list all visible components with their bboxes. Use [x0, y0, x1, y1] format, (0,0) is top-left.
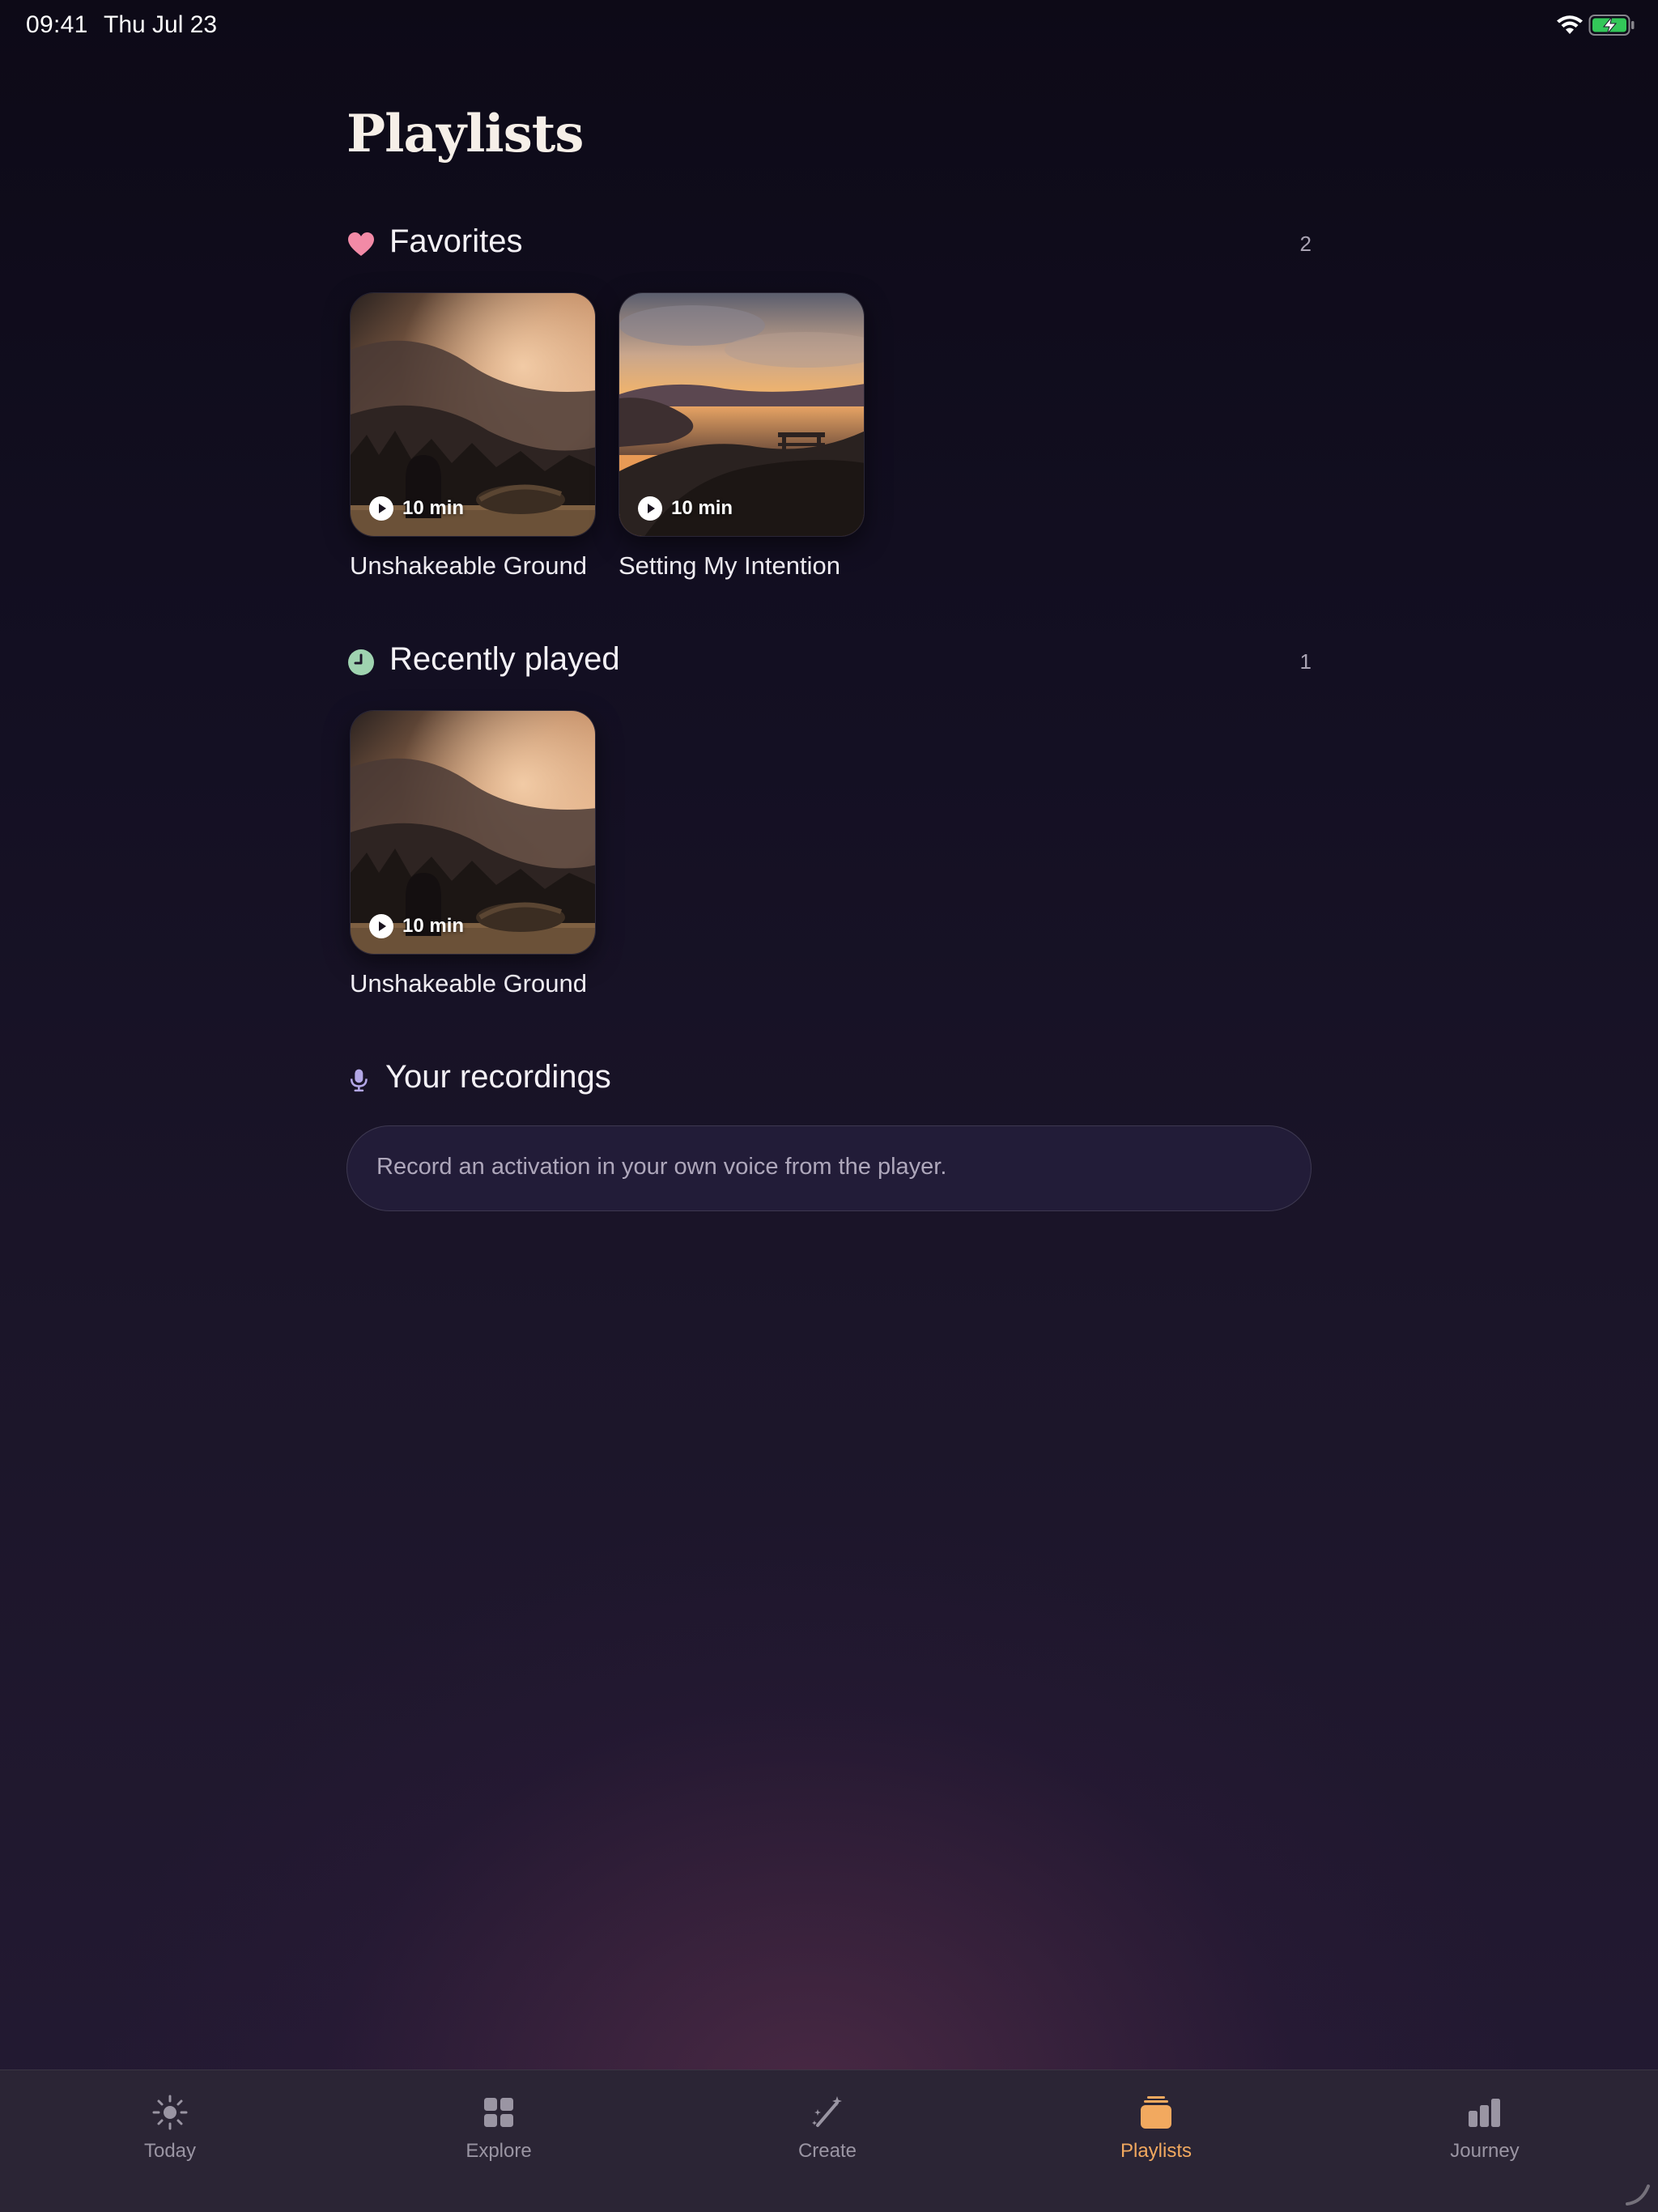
tab-explore[interactable]: Explore	[418, 2095, 580, 2184]
favorites-count: 2	[1299, 232, 1312, 256]
favorites-title: Favorites	[389, 223, 523, 259]
card-duration: 10 min	[368, 913, 464, 939]
favorite-card-unshakeable-ground[interactable]: 10 min Unshakeable Ground	[350, 292, 596, 581]
card-artwork[interactable]: 10 min	[350, 710, 596, 955]
play-icon[interactable]	[637, 496, 663, 521]
recent-title: Recently played	[389, 641, 620, 677]
tab-label: Explore	[466, 2140, 532, 2162]
recordings-section-header: Your recordings	[346, 1056, 1312, 1104]
tab-bar: Today Explore Create Playlists Journey	[0, 2069, 1658, 2212]
recent-card-unshakeable-ground[interactable]: 10 min Unshakeable Ground	[350, 710, 596, 998]
card-artwork[interactable]: 10 min	[350, 292, 596, 537]
play-icon[interactable]	[368, 496, 394, 521]
tab-label: Journey	[1450, 2140, 1520, 2162]
status-time: 09:41	[26, 11, 88, 38]
tab-playlists[interactable]: Playlists	[1075, 2095, 1237, 2184]
favorites-section-header: Favorites 2	[346, 220, 1312, 269]
sun-icon	[152, 2095, 188, 2130]
recordings-empty-state: Record an activation in your own voice f…	[346, 1125, 1312, 1211]
recent-count: 1	[1299, 649, 1312, 674]
recent-section-header: Recently played 1	[346, 638, 1312, 687]
page-title: Playlists	[346, 104, 584, 164]
card-title[interactable]: Setting My Intention	[619, 551, 865, 581]
recordings-title: Your recordings	[385, 1059, 611, 1095]
battery-charging-icon	[1588, 15, 1635, 36]
card-duration: 10 min	[637, 496, 733, 521]
recordings-empty-text: Record an activation in your own voice f…	[376, 1154, 947, 1180]
play-icon[interactable]	[368, 913, 394, 939]
card-title[interactable]: Unshakeable Ground	[350, 969, 596, 998]
wifi-icon	[1557, 15, 1583, 34]
duration-text: 10 min	[671, 497, 733, 519]
duration-text: 10 min	[402, 497, 465, 519]
duration-text: 10 min	[402, 915, 465, 937]
card-duration: 10 min	[368, 496, 464, 521]
clock-icon	[348, 649, 374, 675]
magic-wand-icon	[812, 2096, 842, 2127]
tab-label: Today	[143, 2140, 197, 2162]
resize-handle-icon[interactable]	[1624, 2181, 1652, 2206]
tab-journey[interactable]: Journey	[1404, 2095, 1566, 2184]
status-date: Thu Jul 23	[104, 11, 218, 38]
bar-chart-icon	[1469, 2099, 1500, 2127]
status-bar: 09:41 Thu Jul 23	[0, 0, 1658, 52]
tab-create[interactable]: Create	[746, 2095, 908, 2184]
card-artwork[interactable]: 10 min	[619, 292, 865, 537]
card-title[interactable]: Unshakeable Ground	[350, 551, 596, 581]
tab-label: Create	[797, 2140, 857, 2162]
grid-icon	[484, 2098, 513, 2127]
tab-label: Playlists	[1120, 2140, 1192, 2162]
heart-icon	[348, 232, 374, 256]
favorite-card-setting-my-intention[interactable]: 10 min Setting My Intention	[619, 292, 865, 581]
microphone-icon	[350, 1069, 368, 1092]
stack-icon	[1141, 2096, 1171, 2129]
tab-today[interactable]: Today	[89, 2095, 251, 2184]
